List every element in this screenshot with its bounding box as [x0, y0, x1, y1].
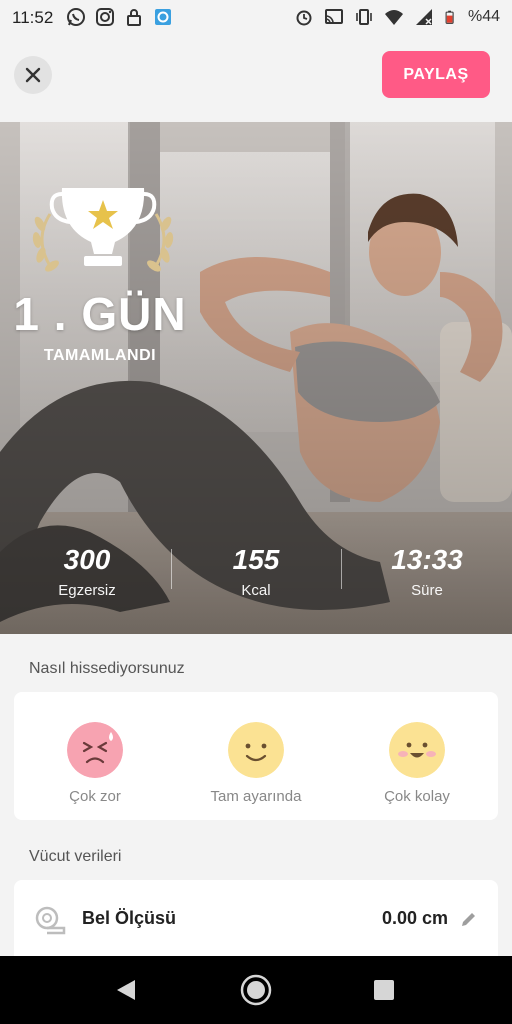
- body-data-title: Vücut verileri: [29, 848, 122, 865]
- header: PAYLAŞ: [0, 36, 512, 120]
- status-bar: 11:52 %44: [0, 0, 512, 36]
- share-button[interactable]: PAYLAŞ: [382, 51, 490, 98]
- day-title: 1 . GÜN: [13, 288, 187, 340]
- workout-stats: 300 Egzersiz 155 Kcal 13:33 Süre: [0, 544, 512, 604]
- feeling-just-right[interactable]: Tam ayarında: [176, 692, 336, 805]
- recent-apps-icon[interactable]: [373, 979, 395, 1001]
- feeling-hard[interactable]: Çok zor: [15, 692, 175, 805]
- notification-icons: [66, 7, 173, 27]
- feelings-card: Çok zor Tam ayarında Çok kolay: [14, 692, 498, 820]
- hero-image: 1 . GÜN TAMAMLANDI 300 Egzersiz 155 Kcal…: [0, 122, 512, 634]
- wifi-icon: [384, 10, 403, 25]
- cast-icon: [324, 9, 343, 24]
- waist-value: 0.00 cm: [381, 908, 448, 928]
- stat-duration: 13:33 Süre: [342, 544, 512, 599]
- battery-percent: %44: [467, 8, 500, 25]
- instagram-icon: [96, 8, 114, 26]
- lock-icon: [127, 9, 141, 26]
- happy-face-icon: [389, 722, 445, 778]
- alarm-icon: [296, 10, 312, 26]
- stat-value: 13:33: [391, 544, 463, 575]
- feeling-easy[interactable]: Çok kolay: [337, 692, 497, 805]
- stat-value: 300: [63, 544, 111, 575]
- trophy-icon: [32, 188, 174, 272]
- home-icon[interactable]: [240, 974, 272, 1006]
- signal-icon: [415, 9, 432, 25]
- status-time: 11:52: [12, 8, 54, 27]
- close-icon: [25, 67, 41, 83]
- stat-label: Egzersiz: [58, 582, 116, 599]
- feelings-title: Nasıl hissediyorsunuz: [29, 660, 185, 677]
- waist-label: Bel Ölçüsü: [82, 908, 177, 928]
- stat-value: 155: [232, 544, 280, 575]
- stat-kcal: 155 Kcal: [171, 544, 341, 599]
- feeling-label: Çok zor: [69, 788, 121, 805]
- system-icons: %44: [294, 7, 500, 27]
- feeling-label: Tam ayarında: [210, 788, 302, 805]
- app-icon: [155, 9, 171, 25]
- stat-label: Süre: [411, 582, 443, 599]
- whatsapp-icon: [67, 8, 85, 26]
- sad-face-icon: [67, 722, 123, 778]
- navigation-bar: [0, 956, 512, 1024]
- pencil-icon[interactable]: [460, 910, 478, 928]
- stat-exercises: 300 Egzersiz: [2, 544, 172, 599]
- vibrate-icon: [356, 9, 372, 25]
- day-subtitle: TAMAMLANDI: [43, 347, 157, 364]
- smile-face-icon: [228, 722, 284, 778]
- waist-row[interactable]: Bel Ölçüsü 0.00 cm: [14, 880, 498, 956]
- measuring-tape-icon: [35, 906, 66, 935]
- feeling-label: Çok kolay: [384, 788, 450, 805]
- battery-icon: [445, 10, 454, 24]
- stat-label: Kcal: [241, 582, 271, 599]
- body-data-card: Bel Ölçüsü 0.00 cm: [14, 880, 498, 956]
- back-icon[interactable]: [115, 978, 137, 1002]
- close-button[interactable]: [14, 56, 52, 94]
